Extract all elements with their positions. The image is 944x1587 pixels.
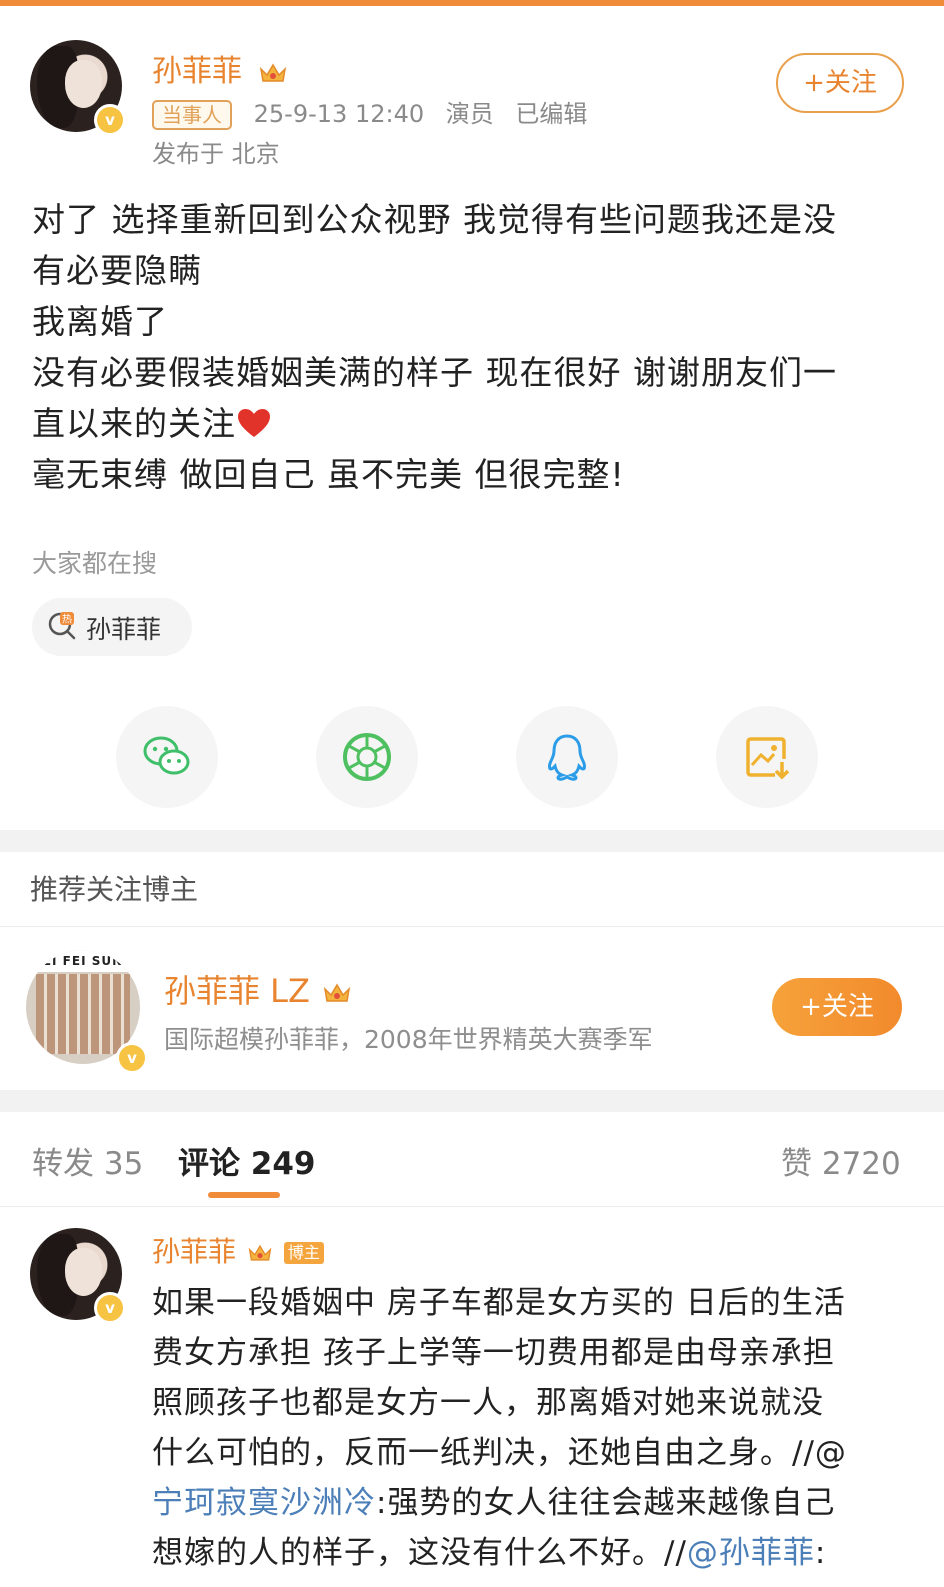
heart-icon (238, 409, 270, 437)
comment-body: 如果一段婚姻中 房子车都是女方买的 日后的生活 费女方承担 孩子上学等一切费用都… (152, 1278, 912, 1578)
trending-search-label: 大家都在搜 (32, 549, 158, 578)
follow-button[interactable]: +关注 (776, 53, 904, 113)
post-line: 我离婚了 (32, 302, 168, 341)
commenter-name[interactable]: 孙菲菲 博主 (152, 1230, 324, 1270)
svg-text:热: 热 (62, 613, 72, 626)
verified-icon: v (116, 1042, 148, 1074)
tab-repost[interactable]: 转发 35 (32, 1138, 143, 1183)
save-image-icon (746, 737, 790, 780)
moments-icon (343, 733, 391, 781)
post-line: 对了 选择重新回到公众视野 我觉得有些问题我还是没 (32, 200, 837, 239)
post-line: 毫无束缚 做回自己 虽不完美 但很完整! (32, 455, 625, 494)
comment-line: 照顾孩子也都是女方一人，那离婚对她来说就没 (152, 1385, 824, 1421)
follow-recommended-button[interactable]: +关注 (772, 978, 902, 1036)
post-time: 25-9-13 12:40 (253, 100, 425, 128)
crown-icon (323, 983, 351, 1002)
wechat-icon (143, 736, 190, 775)
trending-search-text: 孙菲菲 (86, 615, 162, 644)
comment-line: 宁珂寂寞沙洲冷:强势的女人往往会越来越像自己 (152, 1478, 912, 1528)
comment-line: 费女方承担 孩子上学等一切费用都是由母亲承担 (152, 1335, 835, 1371)
mention-link[interactable]: 宁珂寂寞沙洲冷 (152, 1485, 376, 1521)
section-divider (0, 1090, 944, 1112)
mention-link[interactable]: @孙菲菲 (687, 1535, 815, 1571)
hot-search-icon: 热 (48, 612, 76, 640)
verified-icon: v (94, 1292, 126, 1324)
divider-line (0, 1206, 944, 1207)
comment-line: 想嫁的人的样子，这没有什么不好。//@孙菲菲: (152, 1528, 912, 1578)
comment-text: 想嫁的人的样子，这没有什么不好。// (152, 1535, 687, 1571)
qq-icon (548, 734, 586, 781)
author-name[interactable]: 孙菲菲 (152, 46, 288, 90)
trending-search-chip[interactable]: 热 孙菲菲 (32, 598, 192, 656)
post-card: v 孙菲菲 当事人 25-9-13 12:40 演员 已编辑 发布于 北京 +关… (0, 6, 944, 830)
post-body: 对了 选择重新回到公众视野 我觉得有些问题我还是没 有必要隐瞒 我离婚了 没有必… (32, 194, 902, 500)
post-line: 直以来的关注 (32, 404, 236, 443)
post-meta: 当事人 25-9-13 12:40 演员 已编辑 (152, 94, 587, 130)
crown-icon (259, 63, 286, 82)
comment-line: 如果一段婚姻中 房子车都是女方买的 日后的生活 (152, 1285, 846, 1321)
author-badge: 博主 (283, 1242, 324, 1264)
comment-text: :强势的女人往往会越来越像自己 (376, 1485, 836, 1521)
divider-line (0, 926, 944, 927)
post-location: 发布于 北京 (152, 140, 280, 168)
comment-text: : (814, 1535, 827, 1571)
section-divider (0, 830, 944, 852)
crown-icon (248, 1244, 272, 1261)
share-wechat-button[interactable] (116, 706, 218, 808)
recommend-section-title: 推荐关注博主 (30, 873, 199, 906)
post-line-with-heart: 直以来的关注 (32, 398, 902, 449)
share-moments-button[interactable] (316, 706, 418, 808)
tab-likes[interactable]: 赞 2720 (781, 1138, 901, 1183)
post-line: 有必要隐瞒 (32, 251, 202, 290)
recommended-user-name[interactable]: 孙菲菲 LZ (164, 966, 352, 1012)
post-line: 没有必要假装婚姻美满的样子 现在很好 谢谢朋友们一 (32, 353, 837, 392)
share-qq-button[interactable] (516, 706, 618, 808)
active-tab-indicator (208, 1192, 280, 1198)
tab-comments[interactable]: 评论 249 (178, 1138, 316, 1183)
verified-icon: v (94, 104, 126, 136)
recommended-user-description: 国际超模孙菲菲，2008年世界精英大赛季军 (164, 1025, 653, 1054)
party-tag: 当事人 (152, 100, 232, 130)
comment-line: 什么可怕的，反而一纸判决，还她自由之身。//@ (152, 1435, 847, 1471)
author-role: 演员 (445, 100, 494, 128)
edited-label[interactable]: 已编辑 (515, 100, 587, 128)
avatar-banner-text: EI FEI SUN (26, 950, 140, 972)
save-image-button[interactable] (716, 706, 818, 808)
